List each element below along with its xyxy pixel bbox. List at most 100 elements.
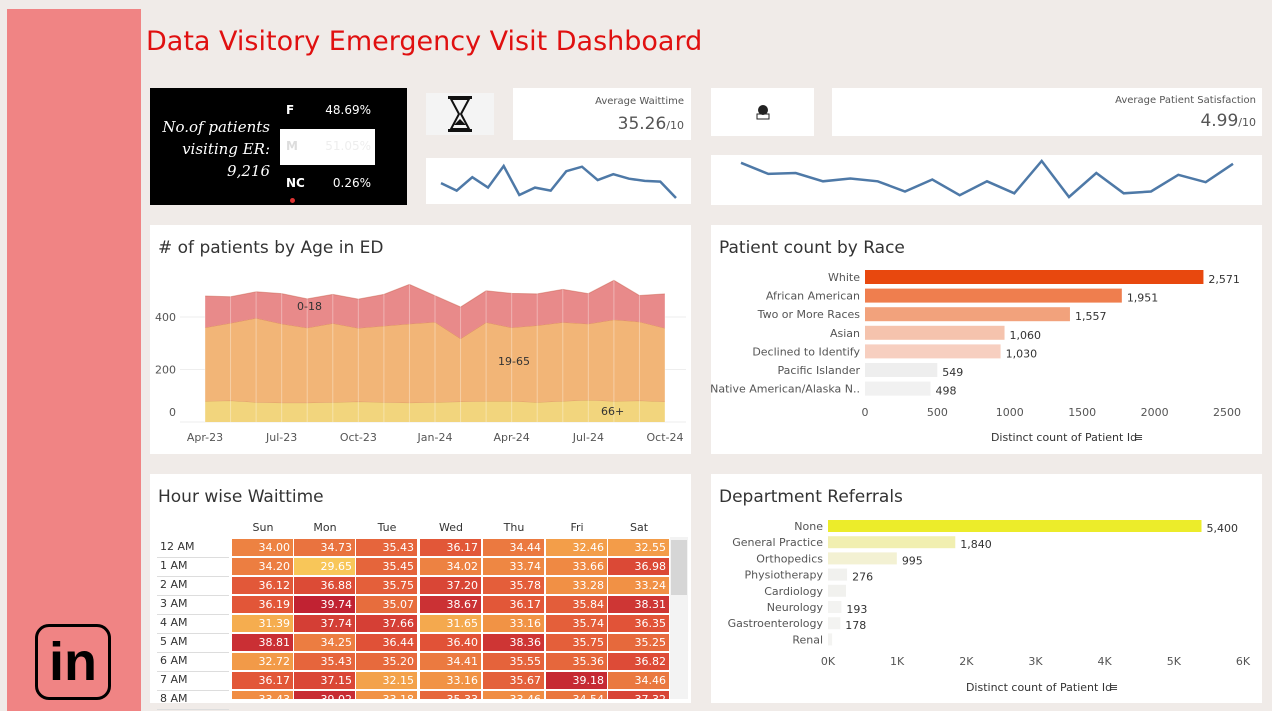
y-tick-label: 0 [169, 406, 176, 419]
selection-marker [290, 198, 295, 203]
gender-label: M [286, 139, 298, 153]
bar-category-label: Asian [830, 327, 860, 340]
bar-value-label: 549 [942, 366, 963, 379]
wait-sparkline-card [426, 158, 691, 204]
bar-value-label: 1,060 [1010, 329, 1042, 342]
y-tick-label: 200 [155, 364, 176, 377]
bar [828, 520, 1202, 532]
bar-category-label: Native American/Alaska N.. [711, 383, 860, 396]
bar [865, 307, 1070, 322]
face-tile [711, 88, 814, 136]
wait-kpi-number: 35.26 [617, 114, 667, 134]
sort-icon: ≡ [1134, 431, 1143, 444]
bar-category-label: Two or More Races [757, 308, 861, 321]
heatmap-title: Hour wise Waittime [158, 487, 324, 507]
x-tick-label: Jul-24 [572, 431, 604, 444]
x-tick-label: 0 [862, 406, 869, 419]
x-tick-label: 1500 [1068, 406, 1096, 419]
page-title: Data Visitory Emergency Visit Dashboard [146, 26, 703, 57]
bar-category-label: Physiotherapy [745, 569, 824, 582]
bar-value-label: 276 [852, 571, 873, 584]
bar [865, 325, 1005, 340]
satisfaction-kpi-suffix: /10 [1238, 116, 1256, 129]
bar-category-label: White [828, 271, 860, 284]
satisfaction-kpi-card: Average Patient Satisfaction 4.99/10 [832, 88, 1262, 136]
bar-category-label: General Practice [732, 536, 823, 549]
bar-value-label: 1,840 [960, 538, 992, 551]
dept-bar-chart: None 5,400 General Practice 1,840 Orthopedic… [728, 520, 1251, 694]
patient-count-line-1: No.of patients [162, 118, 270, 136]
linkedin-icon: in [49, 632, 97, 692]
bar [865, 288, 1122, 303]
bar-category-label: Pacific Islander [778, 364, 861, 377]
gender-label: NC [286, 176, 305, 190]
patient-count-value: 9,216 [227, 162, 270, 180]
patient-count-line-2: visiting ER: [182, 140, 270, 158]
x-axis-title: Distinct count of Patient Id [991, 431, 1137, 444]
bar [828, 568, 848, 581]
bar [828, 633, 833, 646]
face-icon [756, 105, 770, 120]
bar-value-label: 498 [936, 385, 957, 398]
gender-value: 51.05% [325, 139, 371, 153]
race-bar-chart: White 2,571 African American 1,951 Two or Mo… [711, 270, 1241, 444]
y-tick-label: 400 [155, 311, 176, 324]
area-annotation: 19-65 [498, 355, 530, 368]
bar [828, 536, 956, 549]
bar [865, 363, 938, 377]
wait-kpi-suffix: /10 [666, 119, 684, 132]
heatmap-scroll-thumb[interactable] [671, 540, 687, 595]
sparkline-series [740, 159, 1234, 199]
bar [828, 552, 897, 565]
age-chart-card: # of patients by Age in ED 0 200 400 0-18 19… [150, 225, 691, 454]
bar-category-label: Orthopedics [756, 552, 823, 565]
wait-kpi-value: 35.26/10 [618, 114, 684, 134]
x-tick-label: 4K [1098, 655, 1113, 668]
x-tick-label: Jul-23 [265, 431, 297, 444]
x-tick-label: Oct-24 [647, 431, 684, 444]
bar [865, 344, 1001, 359]
dept-chart-card: Department Referrals None 5,400 General Pr… [711, 474, 1262, 703]
area-annotation: 66+ [601, 405, 624, 418]
x-tick-label: Oct-23 [340, 431, 377, 444]
gender-row-nc[interactable]: NC 0.26% [280, 166, 375, 202]
linkedin-link[interactable]: in [35, 624, 111, 700]
bar-category-label: Gastroenterology [728, 617, 824, 630]
bar [865, 381, 931, 396]
gender-value: 48.69% [325, 103, 371, 117]
x-tick-label: Jan-24 [417, 431, 453, 444]
x-tick-label: 2000 [1141, 406, 1169, 419]
sort-icon: ≡ [1109, 681, 1118, 694]
gender-label: F [286, 103, 295, 117]
x-tick-label: 3K [1028, 655, 1043, 668]
x-tick-label: 500 [927, 406, 948, 419]
bar-category-label: African American [766, 290, 860, 303]
x-tick-label: Apr-23 [187, 431, 223, 444]
bar-value-label: 1,030 [1006, 347, 1038, 360]
bar [828, 617, 841, 630]
sidebar-panel [7, 9, 141, 711]
gender-row-f[interactable]: F 48.69% [280, 93, 375, 130]
bar-category-label: Neurology [767, 601, 824, 614]
bar-category-label: Declined to Identify [752, 345, 860, 358]
bar-category-label: Cardiology [764, 585, 823, 598]
bar-value-label: 5,400 [1207, 522, 1239, 535]
x-tick-label: 6K [1236, 655, 1251, 668]
bar-value-label: 1,557 [1075, 310, 1107, 323]
gender-row-m[interactable]: M 51.05% [280, 129, 375, 165]
x-tick-label: 1000 [996, 406, 1024, 419]
satisfaction-kpi-label: Average Patient Satisfaction [1115, 95, 1256, 106]
hourglass-tile [426, 93, 494, 135]
wait-kpi-label: Average Waittime [595, 96, 684, 107]
satisfaction-sparkline [740, 159, 1234, 199]
x-tick-label: 2K [959, 655, 974, 668]
race-chart-card: Patient count by Race White 2,571 African … [711, 225, 1262, 454]
heatmap-card: Hour wise Waittime [150, 474, 691, 703]
x-tick-label: Apr-24 [494, 431, 530, 444]
age-area-chart: 0 200 400 0-18 19-65 66+ Apr-23 Jul-23 Oct-23 Jan… [155, 279, 686, 444]
bar-category-label: None [794, 520, 823, 533]
patient-count-text: No.of patients visiting ER: 9,216 [150, 116, 270, 182]
bar [828, 584, 846, 597]
x-axis-title: Distinct count of Patient Id [966, 681, 1112, 694]
bar [865, 270, 1204, 284]
